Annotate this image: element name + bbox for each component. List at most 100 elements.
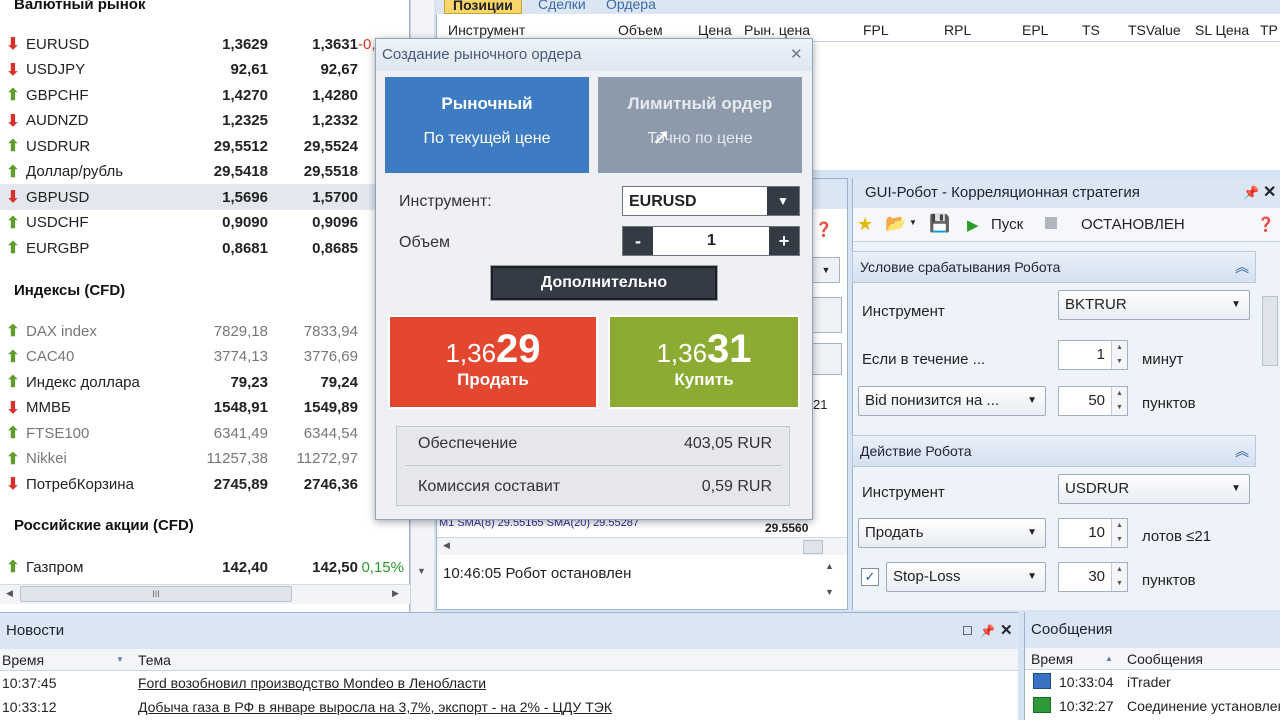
chart-side-button[interactable] [812, 297, 842, 333]
maximize-icon[interactable]: ☐ [962, 613, 973, 649]
col-time[interactable]: Время [2, 652, 44, 668]
col-ts[interactable]: TS [1082, 22, 1100, 38]
scroll-down-icon[interactable]: ▼ [825, 587, 834, 597]
quote-row[interactable]: ⬆EURGBP0,86810,8685-0,2 [0, 235, 410, 261]
news-row[interactable]: 10:37:45 Ford возобновил производство Mo… [0, 671, 1018, 695]
col-tsvalue[interactable]: TSValue [1128, 22, 1181, 38]
quote-row[interactable]: ⬆USDRUR29,551229,5524-0,0 [0, 133, 410, 159]
lots-stepper[interactable]: 10 ▲ ▼ [1058, 518, 1128, 548]
chevron-down-icon[interactable]: ▼ [909, 218, 917, 227]
quote-row[interactable]: ⬇ММВБ1548,911549,890,1 [0, 395, 410, 421]
open-folder-icon[interactable]: 📂 [885, 214, 906, 234]
scroll-up-icon[interactable]: ▲ [825, 561, 834, 571]
close-icon[interactable]: ✕ [1263, 178, 1276, 208]
within-stepper[interactable]: 1 ▲ ▼ [1058, 340, 1128, 370]
spin-arrows-icon[interactable]: ▲ ▼ [1111, 563, 1127, 591]
volume-plus-button[interactable]: + [769, 227, 799, 255]
col-rpl[interactable]: RPL [944, 22, 971, 38]
quote-row[interactable]: ⬆GBPCHF1,42701,42800,0 [0, 82, 410, 108]
quote-row[interactable]: ⬇AUDNZD1,23251,23320,2 [0, 108, 410, 134]
quote-row[interactable]: ⬇USDJPY92,6192,670,0 [0, 57, 410, 83]
stop-loss-checkbox[interactable]: ✓ [861, 568, 879, 586]
col-msg-text[interactable]: Сообщения [1127, 651, 1203, 667]
quote-row[interactable]: ⬆FTSE1006341,496344,540,6 [0, 420, 410, 446]
scroll-left-icon[interactable]: ◀ [6, 588, 13, 599]
news-topic-link[interactable]: Ford возобновил производство Mondeo в Ле… [138, 675, 486, 691]
chart-scroll-thumb[interactable] [803, 540, 823, 554]
message-row[interactable]: 10:33:04 iTrader [1025, 670, 1280, 694]
col-msg-time[interactable]: Время [1031, 651, 1073, 667]
quote-row[interactable]: ⬇GBPUSD1,56961,5700-0,1 [0, 184, 410, 210]
volume-value[interactable]: 1 [707, 232, 716, 250]
col-tp[interactable]: TP [1260, 22, 1278, 38]
col-price[interactable]: Цена [698, 22, 732, 38]
action-section-header[interactable]: Действие Робота ︽ [852, 435, 1256, 467]
news-row[interactable]: 10:33:12 Добыча газа в РФ в январе вырос… [0, 695, 1018, 719]
scroll-right-icon[interactable]: ▶ [392, 588, 399, 599]
scroll-left-icon[interactable]: ◀ [443, 540, 450, 551]
close-icon[interactable]: ✕ [790, 39, 803, 71]
pin-icon[interactable]: 📌 [1243, 178, 1259, 208]
robot-scroll-thumb[interactable] [1262, 296, 1278, 366]
save-icon[interactable]: 💾 [929, 214, 950, 234]
volume-minus-button[interactable]: - [623, 227, 653, 255]
spin-arrows-icon[interactable]: ▲ ▼ [1111, 519, 1127, 547]
quote-row[interactable]: ⬆Доллар/рубль29,541829,5518-0,1 [0, 159, 410, 185]
message-row[interactable]: 10:32:27 Соединение установлено [1025, 694, 1280, 718]
sell-button[interactable]: 1,3629 Продать [388, 315, 598, 409]
chart-side-button-2[interactable] [812, 343, 842, 375]
bid-condition-select[interactable]: Bid понизится на ... ▼ [858, 386, 1046, 416]
news-topic-link[interactable]: Добыча газа в РФ в январе выросла на 3,7… [138, 699, 612, 715]
col-instrument[interactable]: Инструмент [448, 22, 525, 38]
quote-row[interactable]: ⬆USDCHF0,90900,90960,2 [0, 210, 410, 236]
act-side-select[interactable]: Продать ▼ [858, 518, 1046, 548]
bid-points-stepper[interactable]: 50 ▲ ▼ [1058, 386, 1128, 416]
col-topic[interactable]: Тема [138, 652, 171, 668]
sort-up-icon[interactable]: ▲ [1105, 654, 1113, 663]
play-icon[interactable]: ▶ [967, 216, 979, 234]
chevron-down-icon[interactable]: ▼ [767, 187, 799, 215]
quote-row[interactable]: ⬆ Газпром 142,40 142,50 0,15% [0, 554, 410, 580]
col-sl-price[interactable]: SL Цена [1195, 22, 1249, 38]
stop-loss-select[interactable]: Stop-Loss ▼ [886, 562, 1046, 592]
quote-row[interactable]: ⬆DAX index7829,187833,940,4 [0, 318, 410, 344]
col-epl[interactable]: EPL [1022, 22, 1048, 38]
tab-orders[interactable]: Ордера [598, 0, 664, 14]
chart-combo-arrow[interactable]: ▼ [812, 257, 840, 283]
cond-instrument-select[interactable]: BKTRUR ▼ [1058, 290, 1250, 320]
start-button[interactable]: Пуск [991, 216, 1023, 233]
collapse-icon[interactable]: ︽ [1235, 436, 1249, 466]
tab-positions[interactable]: Позиции [444, 0, 522, 14]
col-volume[interactable]: Объем [618, 22, 663, 38]
limit-order-type-button[interactable]: Лимитный ордер Точно по цене [598, 77, 802, 173]
instrument-select[interactable]: EURUSD ▼ [622, 186, 800, 216]
advanced-button[interactable]: Дополнительно [490, 265, 718, 301]
quote-row[interactable]: ⬆Nikkei11257,3811272,970,6 [0, 446, 410, 472]
quote-row[interactable]: ⬆CAC403774,133776,690,7 [0, 344, 410, 370]
buy-button[interactable]: 1,3631 Купить [608, 315, 800, 409]
horizontal-scroll-thumb[interactable]: III [20, 586, 292, 602]
spin-arrows-icon[interactable]: ▲ ▼ [1111, 387, 1127, 415]
star-icon[interactable]: ★ [857, 214, 873, 235]
col-fpl[interactable]: FPL [863, 22, 889, 38]
sort-down-icon[interactable]: ▼ [116, 655, 124, 664]
close-icon[interactable]: ✕ [1000, 613, 1013, 649]
scroll-down-icon[interactable]: ▼ [417, 566, 426, 576]
help-icon[interactable]: ❓ [1257, 216, 1274, 233]
col-market-price[interactable]: Рын. цена [744, 22, 810, 38]
volume-stepper[interactable]: - 1 + [622, 226, 800, 256]
tab-deals[interactable]: Сделки [530, 0, 594, 14]
act-instrument-select[interactable]: USDRUR ▼ [1058, 474, 1250, 504]
market-order-type-button[interactable]: Рыночный По текущей цене [385, 77, 589, 173]
stop-icon[interactable] [1045, 217, 1057, 229]
spin-arrows-icon[interactable]: ▲ ▼ [1111, 341, 1127, 369]
condition-section-header[interactable]: Условие срабатывания Робота ︽ [852, 251, 1256, 283]
chart-hscroll[interactable]: ◀ [437, 537, 847, 555]
help-icon[interactable]: ❓ [815, 221, 832, 238]
quote-row[interactable]: ⬆Индекс доллара79,2379,240,2 [0, 369, 410, 395]
collapse-icon[interactable]: ︽ [1235, 252, 1249, 282]
quote-row[interactable]: ⬇EURUSD1,36291,3631-0,25% [0, 31, 410, 57]
pin-icon[interactable]: 📌 [980, 613, 995, 649]
sl-points-stepper[interactable]: 30 ▲ ▼ [1058, 562, 1128, 592]
quote-row[interactable]: ⬇ПотребКорзина2745,892746,36-0,3 [0, 471, 410, 497]
